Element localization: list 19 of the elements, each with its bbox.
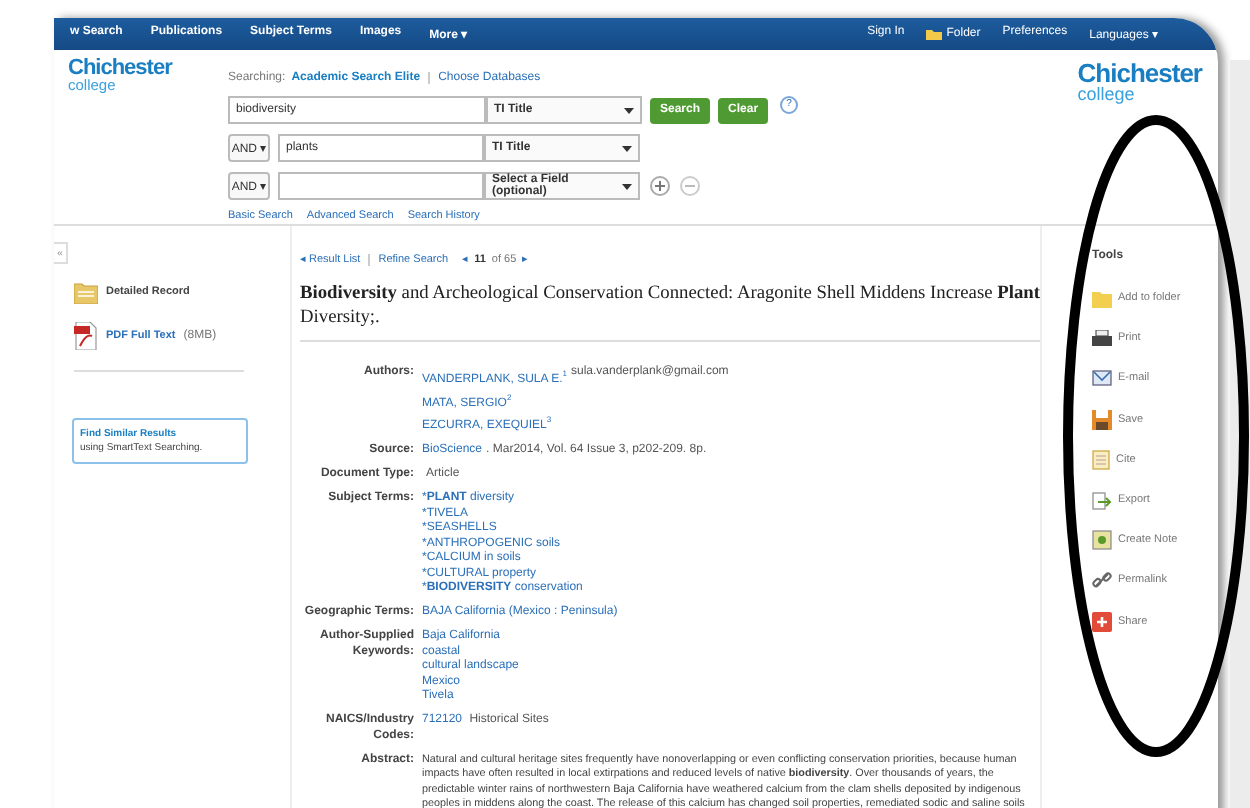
plus-icon: [1092, 611, 1112, 632]
envelope-icon: [1092, 369, 1112, 388]
folder-icon: [1092, 289, 1112, 308]
printer-icon: [1092, 329, 1112, 348]
add-row-icon[interactable]: [650, 176, 670, 196]
caret-icon: [622, 183, 632, 189]
record-title: Biodiversity and Archeological Conservation Connected: Aragonite Shell Middens Increase Plant Diversity;.: [300, 282, 1040, 343]
pdf-icon: [74, 322, 98, 350]
export-icon: [1092, 491, 1112, 510]
chain-link-icon: [1092, 570, 1112, 591]
remove-row-icon[interactable]: [680, 176, 700, 196]
document-icon: [1092, 449, 1110, 470]
caret-icon: [624, 107, 634, 113]
folder-icon: [74, 280, 98, 304]
caret-icon: [622, 145, 632, 151]
note-icon: [1092, 530, 1112, 551]
folder-icon: [926, 28, 943, 40]
search-input-field[interactable]: [278, 172, 484, 200]
college-logo: Chichester college: [1077, 62, 1202, 102]
